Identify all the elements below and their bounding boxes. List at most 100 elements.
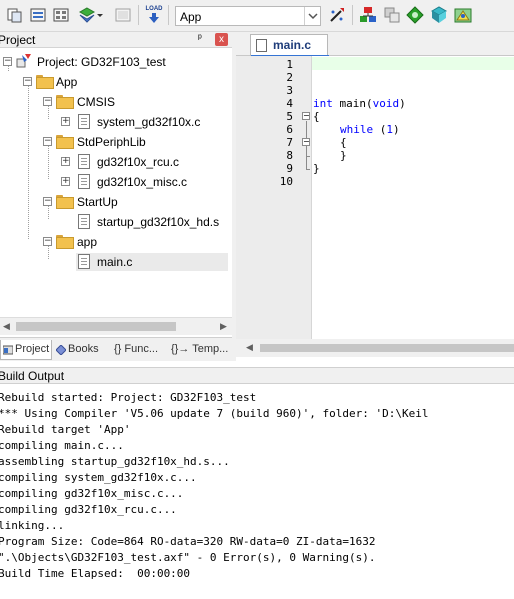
folder-label: app — [77, 235, 98, 249]
collapse-icon[interactable]: − — [3, 57, 12, 66]
line-number-gutter: 1 2 3 4 5 6 7 8 9 10 — [236, 56, 298, 339]
folder-label: StartUp — [77, 195, 118, 209]
tree-item-cmsis[interactable]: − CMSIS — [0, 93, 232, 111]
tree-item-stdperiphlib[interactable]: − StdPeriphLib — [0, 133, 232, 151]
output-line: compiling gd32f10x_rcu.c... — [0, 503, 177, 516]
code-line-6: while (1) — [340, 123, 400, 136]
tree-item-startup[interactable]: − StartUp — [0, 193, 232, 211]
chevron-down-icon[interactable] — [95, 6, 105, 24]
manage-icon[interactable] — [52, 6, 70, 24]
file-icon — [256, 39, 267, 52]
tree-item-file[interactable]: + system_gd32f10x.c — [0, 113, 232, 131]
tab-templates[interactable]: {}→ Temp... — [168, 340, 230, 360]
file-icon — [78, 154, 90, 169]
collapse-icon[interactable]: − — [43, 137, 52, 146]
scroll-right-icon[interactable]: ▶ — [220, 321, 227, 332]
settings-icon[interactable] — [430, 6, 448, 24]
code-text: } — [340, 149, 347, 162]
component-icon[interactable] — [78, 6, 96, 24]
editor-horizontal-scrollbar[interactable]: ◀ — [236, 339, 514, 357]
collapse-icon[interactable]: − — [23, 77, 32, 86]
code-line-9: } — [313, 162, 320, 175]
line-number: 10 — [279, 175, 293, 188]
pack-icon[interactable] — [359, 6, 377, 24]
output-line: Program Size: Code=864 RO-data=320 RW-da… — [0, 535, 376, 548]
project-panel-title: Project — [0, 33, 36, 47]
scrollbar-thumb[interactable] — [260, 344, 514, 352]
collapse-icon[interactable]: − — [43, 97, 52, 106]
close-icon[interactable]: x — [215, 33, 228, 46]
project-root-label: Project: GD32F103_test — [37, 55, 166, 69]
line-number: 3 — [286, 84, 293, 97]
scrollbar-thumb[interactable] — [16, 322, 176, 331]
output-line: compiling main.c... — [0, 439, 124, 452]
group-label: App — [56, 75, 78, 89]
tree-item-project-root[interactable]: − Project: GD32F103_test — [0, 53, 232, 71]
project-icon — [16, 54, 31, 68]
output-line: compiling gd32f10x_misc.c... — [0, 487, 184, 500]
file-icon — [78, 254, 90, 269]
expand-icon[interactable]: + — [61, 157, 70, 166]
download-icon[interactable] — [383, 6, 401, 24]
scroll-left-icon[interactable]: ◀ — [246, 342, 253, 353]
tab-main-c[interactable]: main.c — [250, 34, 329, 57]
output-line: linking... — [0, 519, 65, 532]
expand-icon[interactable]: + — [61, 177, 70, 186]
load-icon[interactable]: LOAD — [145, 6, 163, 24]
expand-icon[interactable]: + — [61, 117, 70, 126]
fold-line — [306, 156, 310, 157]
folder-label: StdPeriphLib — [77, 135, 146, 149]
copy-icon[interactable] — [6, 6, 24, 24]
build-output-title: Build Output — [0, 369, 65, 383]
file-label: startup_gd32f10x_hd.s — [97, 215, 220, 229]
code-text: { — [340, 136, 347, 149]
tab-project[interactable]: Project — [0, 340, 52, 360]
options-icon[interactable] — [29, 6, 47, 24]
toolbar-separator — [352, 5, 353, 25]
line-number: 4 — [286, 97, 293, 110]
editor-tab-bar: main.c — [236, 32, 514, 57]
pin-icon[interactable]: ᵖ — [198, 33, 202, 44]
code-keyword: void — [372, 97, 400, 110]
folder-open-icon — [56, 135, 74, 149]
select-icon[interactable] — [114, 6, 132, 24]
target-select[interactable]: App — [175, 6, 321, 26]
project-tab-icon — [3, 345, 13, 355]
collapse-icon[interactable]: − — [43, 197, 52, 206]
output-line: compiling system_gd32f10x.c... — [0, 471, 197, 484]
collapse-icon[interactable]: − — [43, 237, 52, 246]
target-options-icon[interactable] — [328, 6, 346, 24]
fold-line — [306, 169, 310, 170]
code-text: ( — [373, 123, 387, 136]
scroll-left-icon[interactable]: ◀ — [3, 321, 10, 332]
tree-item-file[interactable]: + gd32f10x_rcu.c — [0, 153, 232, 171]
output-line: ".\Objects\GD32F103_test.axf" - 0 Error(… — [0, 551, 376, 564]
build-output-panel[interactable]: Rebuild started: Project: GD32F103_test … — [0, 385, 514, 599]
tree-item-main-c[interactable]: main.c — [76, 253, 228, 271]
line-number: 2 — [286, 71, 293, 84]
code-keyword: int — [313, 97, 333, 110]
toolbar-separator — [168, 5, 169, 25]
code-text: } — [313, 162, 320, 175]
tab-label: Project — [15, 343, 50, 355]
debug-icon[interactable] — [406, 6, 424, 24]
tab-label: {}→ Temp... — [171, 343, 229, 355]
tree-item-app-folder[interactable]: − app — [0, 233, 232, 251]
code-line-7: { — [340, 136, 347, 149]
fold-toggle-icon[interactable]: − — [302, 138, 310, 146]
tree-item-app-group[interactable]: − App — [0, 73, 232, 91]
pack-installer-icon[interactable] — [454, 6, 472, 24]
tab-books[interactable]: Books — [54, 340, 108, 360]
folder-open-icon — [56, 95, 74, 109]
fold-margin — [298, 56, 312, 339]
fold-toggle-icon[interactable]: − — [302, 112, 310, 120]
file-icon — [78, 174, 90, 189]
tab-functions[interactable]: {} Func... — [110, 340, 166, 360]
project-horizontal-scrollbar[interactable]: ◀ ▶ — [0, 317, 232, 335]
chevron-down-icon[interactable] — [304, 7, 320, 25]
code-editor[interactable]: 1 2 3 4 5 6 7 8 9 10 − − int main(void) … — [236, 56, 514, 339]
code-number: 1 — [386, 123, 393, 136]
tree-item-file[interactable]: + gd32f10x_misc.c — [0, 173, 232, 191]
toolbar-separator — [138, 5, 139, 25]
tree-item-file[interactable]: startup_gd32f10x_hd.s — [0, 213, 232, 231]
